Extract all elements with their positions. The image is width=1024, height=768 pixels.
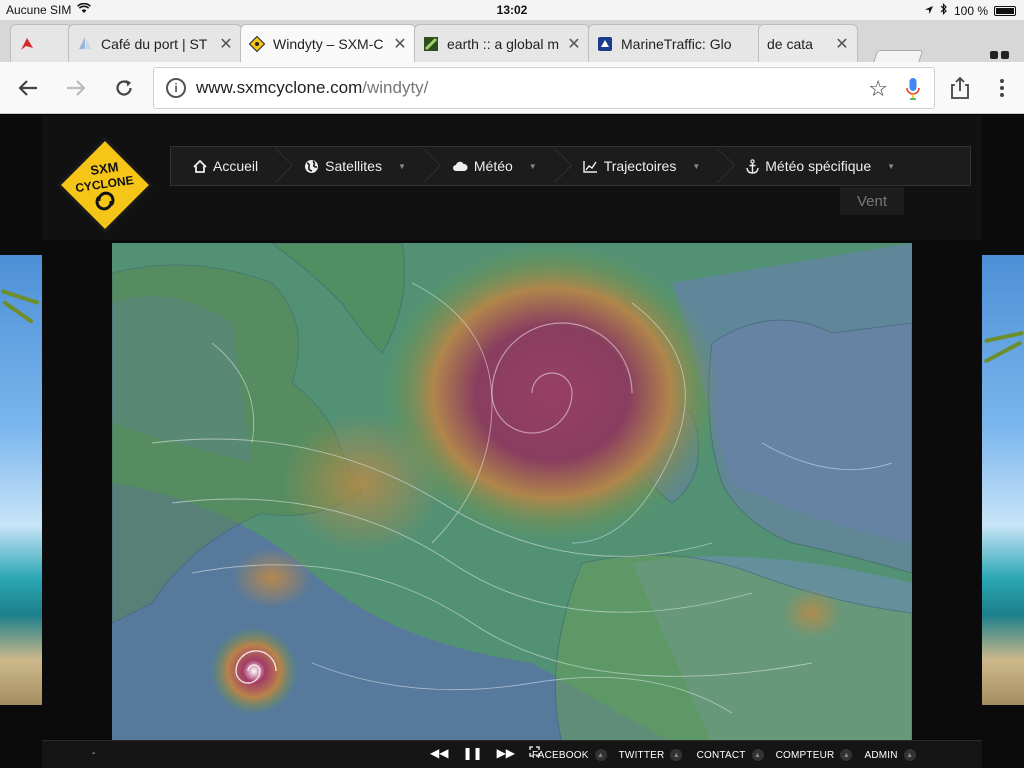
footer-link-twitter[interactable]: TWITTER ▲	[619, 749, 697, 761]
battery-percent: 100 %	[953, 3, 988, 18]
cyclone-sign-icon	[249, 36, 265, 52]
tab-title: de cata	[767, 35, 813, 52]
status-bar: Aucune SIM 13:02 100 %	[0, 0, 1024, 20]
nav-meteo-specifique[interactable]: Météo spécifique ▼	[724, 147, 919, 185]
bookmark-star-icon[interactable]: ☆	[868, 76, 888, 102]
marinetraffic-icon	[597, 36, 613, 52]
nav-label: Accueil	[213, 158, 259, 174]
tab-marinetraffic[interactable]: MarineTraffic: Glo	[588, 24, 764, 62]
beach-background-right	[982, 255, 1024, 705]
bluetooth-icon	[940, 3, 948, 18]
web-page: SXM CYCLONE Accueil Satellites ▼ Météo ▼…	[0, 115, 1024, 768]
chart-icon	[583, 160, 597, 173]
bottom-bar: - ◀◀ ❚❚ ▶▶ FACEBOOK ▲ TWITTER ▲ CONTACT ▲ C…	[42, 740, 982, 768]
address-bar[interactable]: i www.sxmcyclone.com/windyty/ ☆	[153, 67, 935, 109]
footer-link-label: TWITTER	[618, 749, 665, 761]
close-tab-icon[interactable]: ✕	[219, 34, 233, 54]
close-tab-icon[interactable]: ✕	[567, 34, 581, 54]
url-domain: www.sxmcyclone.com	[196, 78, 363, 97]
map-hurricane	[210, 627, 298, 715]
nav-label: Satellites	[325, 158, 382, 174]
next-icon[interactable]: ▶▶	[497, 746, 515, 760]
location-arrow-icon	[924, 4, 934, 18]
chevron-down-icon: ▼	[397, 161, 406, 171]
map-orange-zone	[782, 588, 842, 638]
tab-6[interactable]: de cata ✕	[758, 24, 858, 62]
nav-satellites[interactable]: Satellites ▼	[282, 147, 430, 185]
nav-accueil[interactable]: Accueil	[171, 147, 282, 185]
cloud-icon	[452, 161, 468, 171]
share-icon[interactable]	[946, 74, 974, 102]
sail-icon	[77, 36, 93, 52]
tab-1[interactable]	[10, 24, 72, 62]
chevron-down-icon: ▼	[692, 161, 701, 171]
close-tab-icon[interactable]: ✕	[393, 34, 407, 54]
tab-earth[interactable]: earth :: a global m ✕	[414, 24, 590, 62]
clock: 13:02	[496, 3, 528, 17]
status-right: 100 %	[924, 3, 1016, 18]
battery-icon	[994, 5, 1016, 16]
wind-map[interactable]	[112, 243, 912, 743]
map-orange-zone	[232, 548, 312, 608]
footer-link-compteur[interactable]: COMPTEUR ▲	[776, 749, 865, 761]
nav-label: Météo	[473, 158, 513, 174]
footer-links: FACEBOOK ▲ TWITTER ▲ CONTACT ▲ COMPTEUR ▲ AD…	[532, 749, 942, 761]
tab-title: MarineTraffic: Glo	[621, 35, 732, 52]
nav-label: Trajectoires	[603, 158, 677, 174]
forward-arrow-icon[interactable]	[62, 74, 90, 102]
nav-label: Météo spécifique	[765, 158, 872, 174]
tab-title: Café du port | ST	[101, 35, 208, 52]
earth-leaf-icon	[423, 36, 439, 52]
tab-2[interactable]: Café du port | ST ✕	[68, 24, 242, 62]
tab-title: Windyty – SXM-C	[273, 36, 384, 52]
chevron-up-icon: ▲	[903, 749, 916, 761]
browser-toolbar: i www.sxmcyclone.com/windyty/ ☆	[0, 62, 1024, 114]
back-arrow-icon[interactable]	[14, 74, 42, 102]
microphone-icon[interactable]	[906, 77, 920, 101]
footer-link-label: FACEBOOK	[532, 749, 589, 761]
previous-icon[interactable]: ◀◀	[430, 746, 448, 760]
url-text: www.sxmcyclone.com/windyty/	[196, 78, 428, 98]
anchor-icon	[746, 158, 759, 174]
map-orange-zone	[282, 413, 442, 553]
footer-link-admin[interactable]: ADMIN ▲	[864, 749, 942, 761]
chevron-up-icon: ▲	[594, 749, 607, 761]
chevron-up-icon: ▲	[670, 749, 683, 761]
more-menu-icon[interactable]	[988, 74, 1016, 102]
nav-meteo[interactable]: Météo ▼	[430, 147, 561, 185]
wind-overlay-label[interactable]: Vent	[840, 187, 904, 215]
globe-icon	[305, 159, 319, 173]
home-icon	[193, 159, 207, 173]
chevron-down-icon: ▼	[887, 161, 896, 171]
footer-link-label: ADMIN	[864, 749, 898, 761]
footer-link-contact[interactable]: CONTACT ▲	[697, 749, 776, 761]
nav-trajectoires[interactable]: Trajectoires ▼	[561, 147, 725, 185]
tab-strip: Café du port | ST ✕ Windyty – SXM-C ✕ ea…	[0, 20, 1024, 71]
chevron-up-icon: ▲	[751, 749, 764, 761]
red-flag-icon	[19, 36, 35, 52]
reload-icon[interactable]	[110, 74, 138, 102]
footer-link-label: COMPTEUR	[775, 749, 835, 761]
pause-icon[interactable]: ❚❚	[462, 746, 482, 760]
chevron-down-icon: ▼	[528, 161, 537, 171]
media-controls: ◀◀ ❚❚ ▶▶	[430, 746, 540, 760]
url-path: /windyty/	[362, 78, 429, 97]
footer-link-facebook[interactable]: FACEBOOK ▲	[532, 749, 619, 761]
chevron-up-icon: ▲	[840, 749, 853, 761]
bottom-left-text: -	[92, 748, 96, 759]
info-icon[interactable]: i	[166, 78, 186, 98]
tab-windyty[interactable]: Windyty – SXM-C ✕	[240, 24, 416, 63]
main-nav: Accueil Satellites ▼ Météo ▼ Trajectoire…	[170, 146, 971, 186]
beach-background-left	[0, 255, 42, 705]
tab-title: earth :: a global m	[447, 35, 560, 52]
sxm-cyclone-logo[interactable]: SXM CYCLONE	[55, 135, 155, 235]
footer-link-label: CONTACT	[696, 749, 746, 761]
close-tab-icon[interactable]: ✕	[835, 34, 849, 54]
